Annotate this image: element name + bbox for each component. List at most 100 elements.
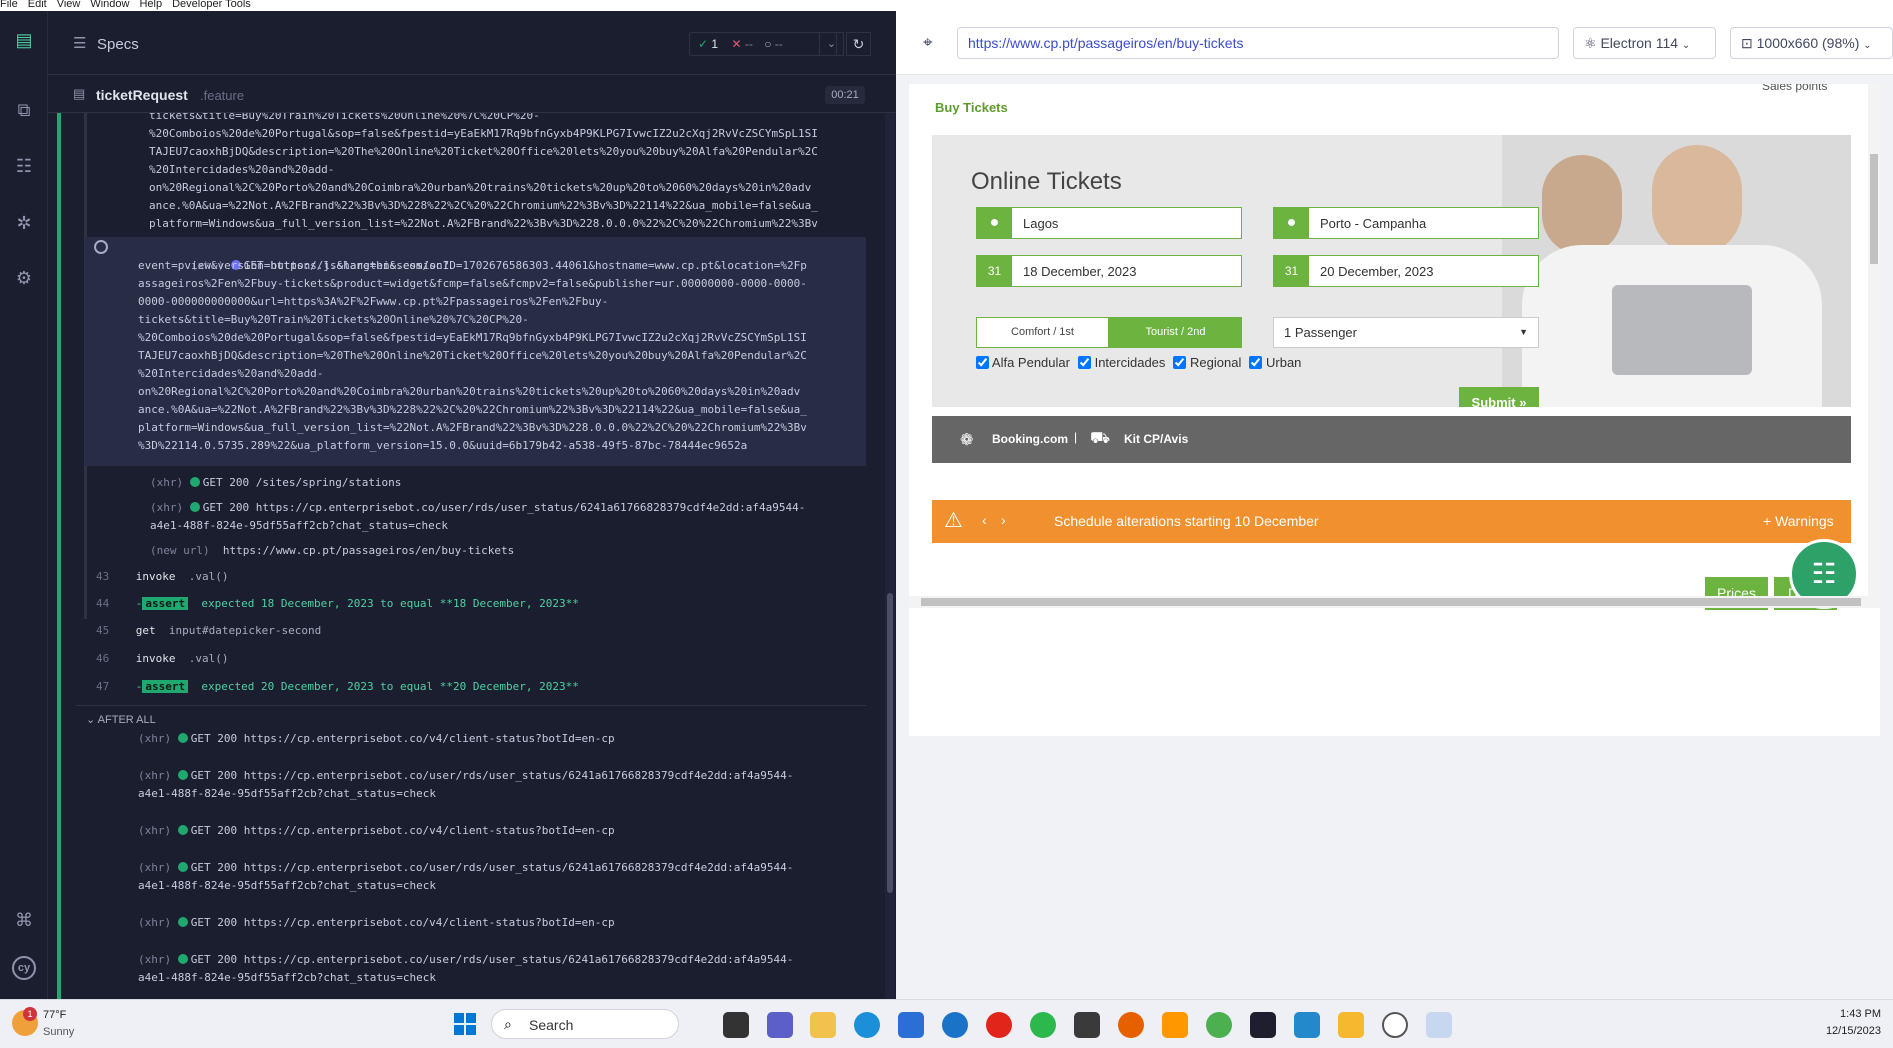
command-row-44[interactable]: 44 - assert expected 18 December, 2023 to… bbox=[96, 595, 579, 613]
fail-x-icon: ✕ bbox=[731, 37, 742, 51]
prev-arrow-icon[interactable]: ‹ bbox=[982, 512, 987, 528]
xhr-url-line: tickets&title=Buy%20Train%20Tickets%20On… bbox=[138, 313, 529, 326]
menu-item[interactable]: Developer Tools bbox=[172, 0, 251, 11]
specs-nav-icon[interactable]: ⧉ bbox=[12, 98, 36, 122]
xhr-url-line: platform=Windows&ua_full_version_list=%2… bbox=[149, 217, 818, 230]
chevron-down-icon[interactable]: ⌄ bbox=[819, 32, 844, 56]
reporter-header: ☰ Specs ✓ 1 ✕ -- ○ -- ⌄ ↻ bbox=[48, 11, 896, 75]
search-icon: ⌕ bbox=[504, 1016, 512, 1032]
keyboard-shortcuts-icon[interactable]: ⌘ bbox=[12, 908, 36, 932]
booking-link[interactable]: Booking.com bbox=[992, 432, 1068, 446]
ticket-search-hero: Online Tickets ● Lagos ● Porto - Campanh… bbox=[932, 135, 1851, 407]
log-scrollbar[interactable] bbox=[885, 113, 895, 999]
command-row-47[interactable]: 47 - assert expected 20 December, 2023 to… bbox=[96, 678, 579, 696]
duration-badge: 00:21 bbox=[825, 86, 865, 104]
teams-icon[interactable] bbox=[767, 1012, 793, 1038]
selector-playground-icon[interactable]: ⌖ bbox=[923, 33, 933, 53]
taskbar-search[interactable]: ⌕ Search bbox=[491, 1009, 679, 1039]
log-scroll-thumb[interactable] bbox=[887, 593, 893, 893]
xhr-stations-row[interactable]: (xhr) GET 200 /sites/spring/stations bbox=[150, 474, 401, 492]
browser-selector[interactable]: ⚛ Electron 114 ⌄ bbox=[1573, 27, 1716, 59]
command-row-43[interactable]: 43 invoke .val() bbox=[96, 568, 229, 586]
specs-label[interactable]: Specs bbox=[97, 36, 139, 53]
file-explorer-icon[interactable] bbox=[810, 1012, 836, 1038]
after-all-xhr-row[interactable]: (xhr) GET 200 https://cp.enterprisebot.c… bbox=[138, 767, 793, 785]
after-all-xhr-row[interactable]: (xhr) GET 200 https://cp.enterprisebot.c… bbox=[138, 914, 615, 932]
firefox-icon[interactable] bbox=[1118, 1012, 1144, 1038]
booking-icon: ❁ bbox=[960, 432, 974, 449]
menu-item[interactable]: File bbox=[0, 0, 18, 11]
page-scrollbar[interactable] bbox=[1868, 84, 1880, 596]
specs-list-icon[interactable]: ☰ bbox=[73, 34, 86, 52]
after-all-xhr-row[interactable]: (xhr) GET 200 https://cp.enterprisebot.c… bbox=[138, 822, 615, 840]
checkbox-urban[interactable]: Urban bbox=[1249, 355, 1301, 370]
webstorm-icon[interactable] bbox=[1250, 1012, 1276, 1038]
terminal-icon[interactable] bbox=[1074, 1012, 1100, 1038]
alert-text[interactable]: Schedule alterations starting 10 Decembe… bbox=[1054, 513, 1319, 529]
after-all-xhr-row[interactable]: (xhr) GET 200 https://cp.enterprisebot.c… bbox=[138, 859, 793, 877]
page-scroll-thumb[interactable] bbox=[1870, 154, 1878, 264]
next-arrow-icon[interactable]: › bbox=[1001, 512, 1006, 528]
xhr-url-line: TAJEU7caoxhBjDQ&description=%20The%20Onl… bbox=[149, 145, 818, 158]
vscode-icon[interactable] bbox=[1294, 1012, 1320, 1038]
page-hscrollbar[interactable] bbox=[909, 596, 1880, 608]
class-second-button[interactable]: Tourist / 2nd bbox=[1109, 317, 1242, 348]
xhr-url-line: tickets&title=Buy%20Train%20Tickets%20On… bbox=[149, 113, 540, 122]
checkbox-intercidades[interactable]: Intercidades bbox=[1077, 355, 1165, 370]
aut-viewport: Sales points Buy Tickets Online Tickets … bbox=[909, 84, 1880, 736]
rerun-icon[interactable]: ↻ bbox=[846, 32, 871, 56]
task-view-icon[interactable] bbox=[723, 1012, 749, 1038]
spinner-icon bbox=[94, 240, 108, 254]
runs-nav-icon[interactable]: ☷ bbox=[12, 154, 36, 178]
warnings-link[interactable]: + Warnings bbox=[1763, 513, 1834, 529]
xhr-user-status-row[interactable]: (xhr) GET 200 https://cp.enterprisebot.c… bbox=[150, 499, 805, 517]
command-row-45[interactable]: 45 get input#datepicker-second bbox=[96, 622, 321, 640]
sublime-icon[interactable] bbox=[1162, 1012, 1188, 1038]
windows-start-icon[interactable] bbox=[454, 1013, 476, 1035]
stats-bar: ✓ 1 ✕ -- ○ -- bbox=[689, 32, 837, 56]
sales-points-link[interactable]: Sales points bbox=[1762, 84, 1827, 93]
checkbox-regional[interactable]: Regional bbox=[1173, 355, 1241, 370]
after-all-xhr-row[interactable]: (xhr) GET 200 https://cp.enterprisebot.c… bbox=[138, 730, 615, 748]
pending-xhr-row[interactable]: (xhr) GET https://l.sharethis.com/sc? ev… bbox=[85, 237, 866, 466]
cypress-taskbar-icon[interactable] bbox=[1382, 1012, 1408, 1038]
menu-item[interactable]: Window bbox=[90, 0, 129, 11]
menu-item[interactable]: Edit bbox=[28, 0, 47, 11]
cypress-app-icon[interactable]: ▤ bbox=[12, 28, 36, 52]
app-icon-2[interactable] bbox=[1030, 1012, 1056, 1038]
cypress-logo-icon[interactable]: cy bbox=[12, 956, 36, 980]
after-all-hook[interactable]: ⌄ AFTER ALL bbox=[86, 713, 156, 726]
kit-cp-avis-link[interactable]: Kit CP/Avis bbox=[1124, 432, 1188, 446]
weather-desc[interactable]: Sunny bbox=[43, 1026, 74, 1038]
return-date-field[interactable]: 31 20 December, 2023 bbox=[1273, 255, 1539, 287]
chrome-icon[interactable] bbox=[1206, 1012, 1232, 1038]
command-row-46[interactable]: 46 invoke .val() bbox=[96, 650, 229, 668]
opera-icon[interactable] bbox=[986, 1012, 1012, 1038]
clock-time[interactable]: 1:43 PM bbox=[1829, 1008, 1881, 1020]
snipping-tool-icon[interactable] bbox=[1426, 1012, 1452, 1038]
new-url-row[interactable]: (new url) https://www.cp.pt/passageiros/… bbox=[150, 542, 514, 560]
settings-gear-icon[interactable]: ⚙ bbox=[12, 266, 36, 290]
clock-date[interactable]: 12/15/2023 bbox=[1815, 1025, 1881, 1037]
origin-field[interactable]: ● Lagos bbox=[976, 207, 1242, 239]
checkbox-alfa[interactable]: Alfa Pendular bbox=[976, 355, 1070, 370]
menu-item[interactable]: View bbox=[57, 0, 81, 11]
menu-item[interactable]: Help bbox=[139, 0, 162, 11]
edge-icon[interactable] bbox=[854, 1012, 880, 1038]
debug-bug-icon[interactable]: ✲ bbox=[12, 211, 36, 235]
class-first-button[interactable]: Comfort / 1st bbox=[976, 317, 1109, 348]
success-dot-icon bbox=[177, 917, 188, 927]
aut-url[interactable]: https://www.cp.pt/passageiros/en/buy-tic… bbox=[957, 27, 1559, 59]
app-icon-3[interactable] bbox=[1338, 1012, 1364, 1038]
destination-field[interactable]: ● Porto - Campanha bbox=[1273, 207, 1539, 239]
xhr-url-line: %20Comboios%20de%20Portugal&sop=false&fp… bbox=[138, 331, 807, 344]
departure-date-field[interactable]: 31 18 December, 2023 bbox=[976, 255, 1242, 287]
submit-button[interactable]: Submit » bbox=[1459, 387, 1539, 407]
viewport-size[interactable]: ⊡ 1000x660 (98%) ⌄ bbox=[1730, 27, 1893, 59]
ruler-icon: ⊡ bbox=[1741, 35, 1753, 51]
after-all-xhr-row[interactable]: (xhr) GET 200 https://cp.enterprisebot.c… bbox=[138, 951, 793, 969]
store-icon[interactable] bbox=[898, 1012, 924, 1038]
app-icon-1[interactable] bbox=[942, 1012, 968, 1038]
weather-temp[interactable]: 77°F bbox=[43, 1009, 66, 1021]
passenger-select[interactable]: 1 Passenger ▼ bbox=[1273, 317, 1539, 348]
